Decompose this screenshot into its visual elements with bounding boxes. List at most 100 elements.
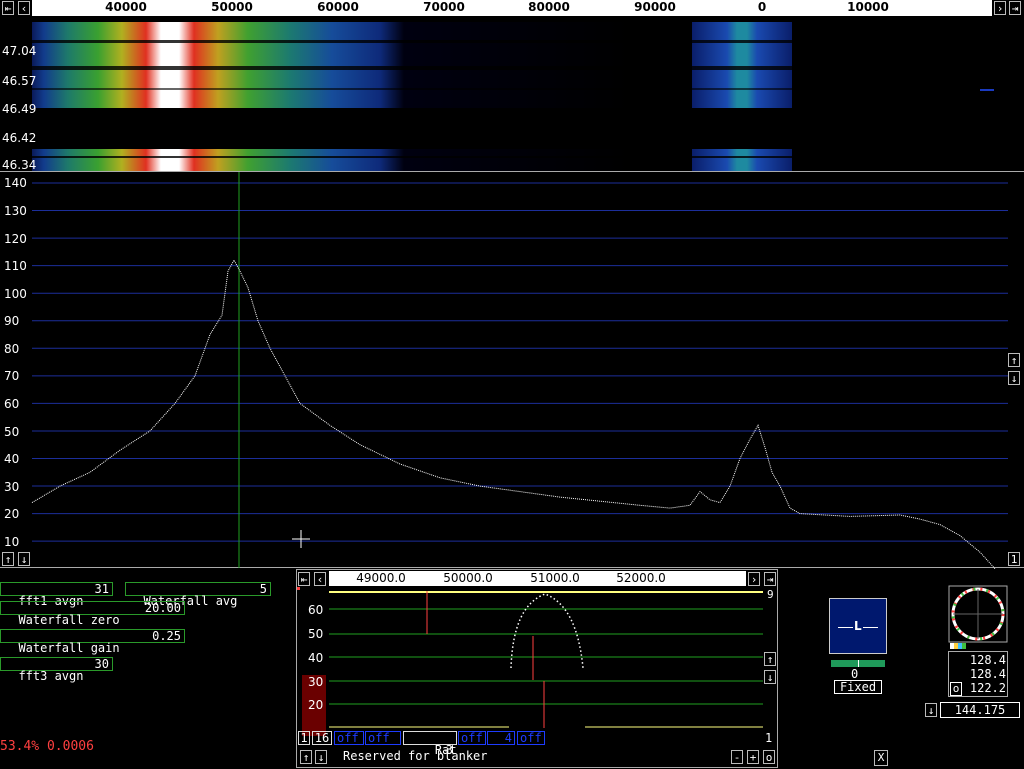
- frequency-readout[interactable]: 144.175: [940, 702, 1020, 718]
- s-meter-mode-button[interactable]: Fixed: [834, 680, 882, 694]
- param-value: 5: [259, 582, 267, 596]
- bb-button-off-3[interactable]: off: [458, 731, 486, 745]
- bb-button-1[interactable]: 1: [298, 731, 310, 745]
- phase-value-1: 128.4: [969, 653, 1006, 667]
- pan-right-button[interactable]: ›: [994, 1, 1006, 15]
- waterfall-zero-param[interactable]: Waterfall zero 20.00: [0, 601, 185, 626]
- bb-rat-button[interactable]: Rat 3: [403, 731, 457, 756]
- frequency-scale: 40000 50000 60000 70000 80000 90000 0 10…: [32, 0, 992, 16]
- y-axis-label: 110: [4, 259, 27, 273]
- bb-y-label: 40: [308, 651, 324, 665]
- waterfall-avg-param[interactable]: Waterfall avg 5: [125, 582, 271, 607]
- waterfall-band-2: [32, 149, 792, 171]
- bb-scale-label: 49000.0: [356, 571, 406, 585]
- scroll-right-button[interactable]: ⇥: [1009, 1, 1021, 15]
- spectrum-grid: [32, 182, 1008, 542]
- scroll-left-button[interactable]: ⇤: [2, 1, 14, 15]
- bb-volume-up-button[interactable]: ↑: [300, 750, 312, 764]
- s-meter-value: 0: [851, 667, 859, 681]
- bb-volume-down-button[interactable]: ↓: [315, 750, 327, 764]
- time-label: 46.34: [2, 158, 37, 172]
- param-value: 0.25: [152, 629, 181, 643]
- fft1-avgn-param[interactable]: fft1 avgn 31: [0, 582, 113, 607]
- time-label: 47.04: [2, 44, 37, 58]
- spectrum-corner-button[interactable]: 1: [1008, 552, 1020, 566]
- bb-scroll-right-button[interactable]: ⇥: [764, 572, 776, 586]
- bb-button-16[interactable]: 16: [312, 731, 332, 745]
- y-axis-label: 100: [4, 287, 27, 301]
- spectrum-zero-down-button[interactable]: ↓: [18, 552, 30, 566]
- bb-pan-left-button[interactable]: ‹: [314, 572, 326, 586]
- scale-label: 0: [757, 0, 767, 14]
- blanker-text: Reserved for blanker: [343, 749, 488, 763]
- waterfall-gain-param[interactable]: Waterfall gain 0.25: [0, 629, 185, 654]
- bb-y-label: 30: [308, 675, 324, 689]
- waterfall-panel: ⇤ ‹ 40000 50000 60000 70000 80000 90000 …: [0, 0, 1024, 172]
- scale-label: 10000: [847, 0, 889, 14]
- time-label: 46.57: [2, 74, 37, 88]
- param-value: 31: [94, 582, 109, 596]
- spectrum-up-button[interactable]: ↑: [1008, 353, 1020, 367]
- bb-y-label: 50: [308, 627, 324, 641]
- param-value: 20.00: [144, 601, 181, 615]
- baseband-graph: [297, 587, 763, 736]
- time-label: 46.49: [2, 102, 37, 116]
- bb-button-off-2[interactable]: off: [365, 731, 401, 745]
- scale-label: 60000: [317, 0, 359, 14]
- fft3-avgn-param[interactable]: fft3 avgn 30: [0, 657, 113, 682]
- y-axis-label: 30: [4, 480, 20, 494]
- y-axis-label: 120: [4, 232, 27, 246]
- waterfall-image: [32, 22, 994, 171]
- spectrum-graph[interactable]: [0, 172, 1024, 569]
- y-axis-label: 40: [4, 452, 20, 466]
- bb-button-4[interactable]: 4: [487, 731, 515, 745]
- scale-label: 90000: [634, 0, 676, 14]
- bb-frequency-scale: 49000.0 50000.0 51000.0 52000.0: [329, 571, 746, 586]
- bb-y-label: 60: [308, 603, 324, 617]
- bb-scale-label: 50000.0: [443, 571, 493, 585]
- param-label: Waterfall gain: [18, 641, 120, 655]
- bb-button-off-4[interactable]: off: [517, 731, 545, 745]
- phase-value-2: 128.4: [969, 667, 1006, 681]
- y-axis-label: 70: [4, 369, 20, 383]
- bb-corner-bottom: 1: [765, 731, 773, 745]
- spectrum-down-button[interactable]: ↓: [1008, 371, 1020, 385]
- bb-plus-button[interactable]: +: [747, 750, 759, 764]
- time-label: 46.42: [2, 131, 37, 145]
- bb-pan-right-button[interactable]: ›: [748, 572, 760, 586]
- y-axis-label: 130: [4, 204, 27, 218]
- s-meter-letter: L: [853, 619, 863, 633]
- status-readout: 53.4% 0.0006: [0, 739, 94, 754]
- y-axis-label: 80: [4, 342, 20, 356]
- pan-left-button[interactable]: ‹: [18, 1, 30, 15]
- spectrum-trace: [31, 259, 996, 569]
- y-axis-label: 140: [4, 176, 27, 190]
- bb-minus-button[interactable]: -: [731, 750, 743, 764]
- scale-label: 40000: [105, 0, 147, 14]
- phase-panel: 128.4 128.4 o 122.2: [948, 585, 1008, 697]
- y-axis-label: 10: [4, 535, 20, 549]
- bb-scroll-left-button[interactable]: ⇤: [298, 572, 310, 586]
- param-label: Waterfall zero: [18, 613, 120, 627]
- param-label: fft3 avgn: [18, 669, 84, 683]
- scale-label: 80000: [528, 0, 570, 14]
- phase-o-button[interactable]: o: [950, 682, 962, 696]
- close-button[interactable]: X: [874, 750, 888, 766]
- crosshair-cursor: [292, 530, 310, 548]
- freq-down-button[interactable]: ↓: [925, 703, 937, 717]
- spectrum-zero-up-button[interactable]: ↑: [2, 552, 14, 566]
- waterfall-band-1: [32, 22, 792, 108]
- bb-up-button[interactable]: ↑: [764, 652, 776, 666]
- spectrum-panel: 140 130 120 110 100 90 80 70 60 50 40 30…: [0, 171, 1024, 569]
- bb-o-button[interactable]: o: [763, 750, 775, 764]
- s-meter-display: L: [829, 598, 887, 654]
- bb-scale-label: 51000.0: [530, 571, 580, 585]
- scale-label: 70000: [423, 0, 465, 14]
- y-axis-label: 20: [4, 507, 20, 521]
- bb-button-off-1[interactable]: off: [334, 731, 364, 745]
- bb-corner-top: 9: [767, 588, 774, 601]
- bb-y-label: 20: [308, 698, 324, 712]
- bb-down-button[interactable]: ↓: [764, 670, 776, 684]
- y-axis-label: 50: [4, 425, 20, 439]
- param-value: 30: [94, 657, 109, 671]
